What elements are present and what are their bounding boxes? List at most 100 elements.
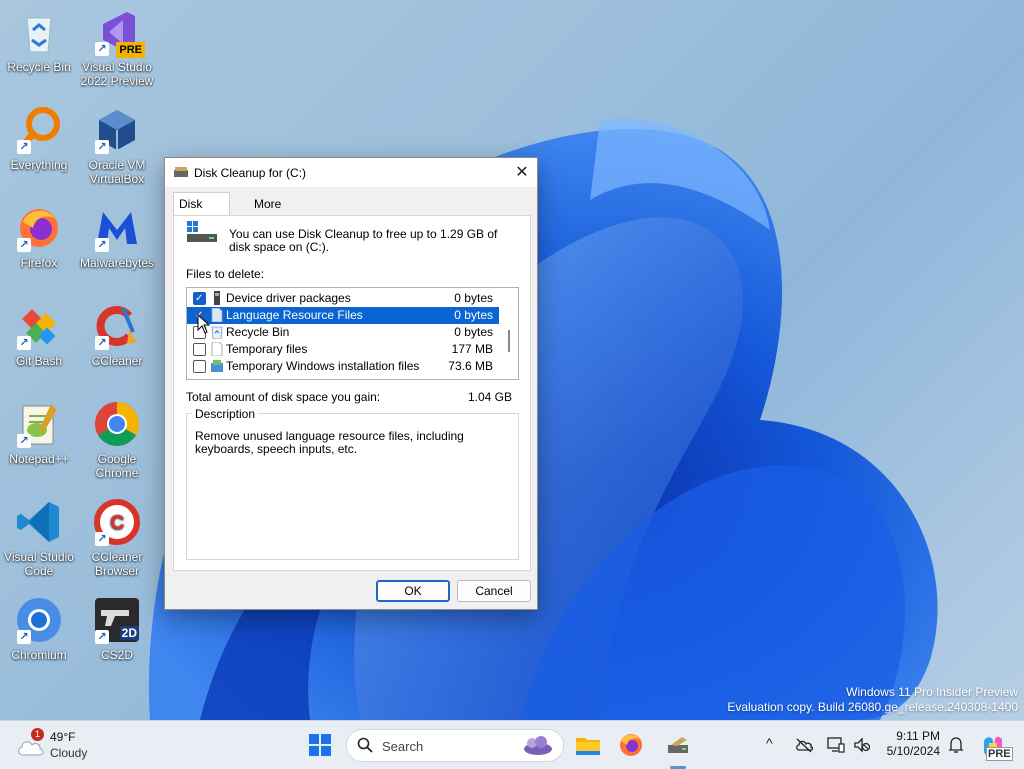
list-item[interactable]: Device driver packages 0 bytes [187, 290, 499, 307]
description-text: Remove unused language resource files, i… [195, 429, 464, 456]
file-name: Temporary Windows installation files [226, 359, 420, 373]
dialog-titlebar[interactable]: Disk Cleanup for (C:) ✕ [165, 158, 537, 187]
show-hidden-icons-button[interactable]: ^ [766, 735, 773, 751]
desktop-icon-firefox[interactable]: ↗ Firefox [0, 204, 78, 270]
desktop-icon-label: Everything [10, 158, 68, 172]
file-icon [211, 342, 223, 356]
ccleaner-icon: ↗ [93, 302, 141, 350]
ccleaner-browser-icon: C ↗ [93, 498, 141, 546]
desktop-icon-label: Git Bash [15, 354, 63, 368]
notification-bell-icon[interactable] [948, 736, 964, 754]
desktop-icon-git-bash[interactable]: ↗ Git Bash [0, 302, 78, 368]
shortcut-arrow-icon: ↗ [95, 140, 109, 154]
desktop-icon-ccleaner-browser[interactable]: C ↗ CCleaner Browser [78, 498, 156, 578]
shortcut-arrow-icon: ↗ [17, 336, 31, 350]
desktop-icon-label: CCleaner Browser [91, 550, 143, 578]
checkbox[interactable] [193, 290, 206, 307]
weather-widget[interactable]: 1 49°F Cloudy [16, 728, 106, 763]
description-legend: Description [192, 407, 259, 421]
desktop-icon-vscode[interactable]: Visual Studio Code [0, 498, 78, 578]
taskbar-search[interactable]: Search [346, 729, 564, 762]
tab-disk-cleanup[interactable]: Disk Cleanup [173, 192, 230, 233]
file-size: 177 MB [451, 342, 493, 356]
file-name: Recycle Bin [226, 325, 290, 339]
files-list[interactable]: Device driver packages 0 bytes Language … [186, 287, 519, 380]
scrollbar-thumb[interactable] [508, 330, 510, 352]
desktop-icon-chromium[interactable]: ↗ Chromium [0, 596, 78, 662]
shortcut-arrow-icon: ↗ [95, 630, 109, 644]
weather-condition: Cloudy [50, 746, 88, 760]
file-size: 0 bytes [454, 308, 493, 322]
git-bash-icon: ↗ [15, 302, 63, 350]
disk-cleanup-panel: You can use Disk Cleanup to free up to 1… [173, 215, 531, 571]
shortcut-arrow-icon: ↗ [17, 140, 31, 154]
copilot-preview-badge: PRE [986, 747, 1013, 761]
desktop-icon-ccleaner[interactable]: ↗ CCleaner [78, 302, 156, 368]
file-explorer-button[interactable] [572, 729, 604, 761]
firefox-taskbar-button[interactable] [615, 729, 647, 761]
weather-alert-badge: 1 [31, 728, 44, 741]
vscode-icon [15, 498, 63, 546]
checkbox[interactable] [193, 343, 206, 356]
desktop-icon-malwarebytes[interactable]: ↗ Malwarebytes [78, 204, 156, 270]
desktop-icon-google-chrome[interactable]: Google Chrome [78, 400, 156, 480]
file-name: Language Resource Files [226, 308, 363, 322]
desktop-icon-everything[interactable]: ↗ Everything [0, 106, 78, 172]
disk-cleanup-taskbar-button[interactable] [662, 729, 694, 761]
list-scrollbar[interactable] [502, 290, 516, 376]
desktop-icon-cs2d[interactable]: 2D ↗ CS2D [78, 596, 156, 662]
desktop-icon-label: Malwarebytes [79, 256, 155, 270]
system-clock[interactable]: 9:11 PM 5/10/2024 [878, 729, 940, 759]
desktop-icon-virtualbox[interactable]: ↗ Oracle VM VirtualBox [78, 106, 156, 186]
desktop-icon-label: Chromium [11, 648, 67, 662]
list-item[interactable]: Temporary Windows installation files 73.… [187, 358, 499, 375]
shortcut-arrow-icon: ↗ [95, 336, 109, 350]
windows-logo-icon [309, 734, 331, 756]
cs2d-badge: 2D [119, 626, 139, 640]
driver-icon [214, 291, 220, 305]
file-size: 0 bytes [454, 291, 493, 305]
display-icon[interactable] [827, 736, 845, 754]
drive-icon [187, 221, 217, 242]
watermark-line-1: Windows 11 Pro Insider Preview [846, 685, 1018, 699]
close-button[interactable]: ✕ [507, 158, 537, 187]
chromium-icon: ↗ [15, 596, 63, 644]
desktop-icon-label: Firefox [20, 256, 58, 270]
checkbox[interactable] [193, 360, 206, 373]
watermark-line-2: Evaluation copy. Build 26080.ge_release.… [727, 700, 1018, 714]
desktop-icon-notepadpp[interactable]: ↗ Notepad++ [0, 400, 78, 466]
clock-date: 5/10/2024 [886, 744, 940, 758]
disk-cleanup-icon [174, 167, 188, 177]
cancel-button[interactable]: Cancel [457, 580, 531, 602]
desktop-icon-label: Visual Studio Code [4, 550, 74, 578]
file-size: 0 bytes [454, 325, 493, 339]
onedrive-offline-icon[interactable] [795, 737, 813, 753]
file-name: Temporary files [226, 342, 308, 356]
chevron-up-icon: ^ [766, 735, 773, 751]
disk-cleanup-icon [668, 737, 688, 753]
desktop-icon-recycle-bin[interactable]: Recycle Bin [0, 8, 78, 74]
description-group: Description Remove unused language resou… [186, 407, 519, 560]
desktop-icon-visual-studio-2022-preview[interactable]: PRE ↗ Visual Studio 2022 Preview [78, 8, 156, 88]
firefox-icon: ↗ [15, 204, 63, 252]
setup-icon [211, 360, 223, 372]
mouse-pointer-icon [197, 314, 211, 334]
dialog-title: Disk Cleanup for (C:) [194, 166, 307, 180]
shortcut-arrow-icon: ↗ [95, 532, 109, 546]
tab-more-options[interactable]: More Options [249, 194, 300, 231]
speaker-muted-icon[interactable] [853, 736, 871, 754]
shortcut-arrow-icon: ↗ [95, 238, 109, 252]
list-item[interactable]: Recycle Bin 0 bytes [187, 324, 499, 341]
files-to-delete-label: Files to delete: [186, 267, 265, 281]
desktop-icon-label: CS2D [100, 648, 133, 662]
search-highlight-icon [524, 736, 552, 755]
ok-button[interactable]: OK [376, 580, 450, 602]
desktop-icon-label: Recycle Bin [7, 60, 71, 74]
shortcut-arrow-icon: ↗ [17, 630, 31, 644]
start-button[interactable] [304, 729, 336, 761]
list-item[interactable]: Language Resource Files 0 bytes [187, 307, 499, 324]
everything-icon: ↗ [15, 106, 63, 154]
copilot-button[interactable]: PRE [980, 733, 1013, 761]
list-item[interactable]: Temporary files 177 MB [187, 341, 499, 358]
recycle-bin-icon [15, 8, 63, 56]
